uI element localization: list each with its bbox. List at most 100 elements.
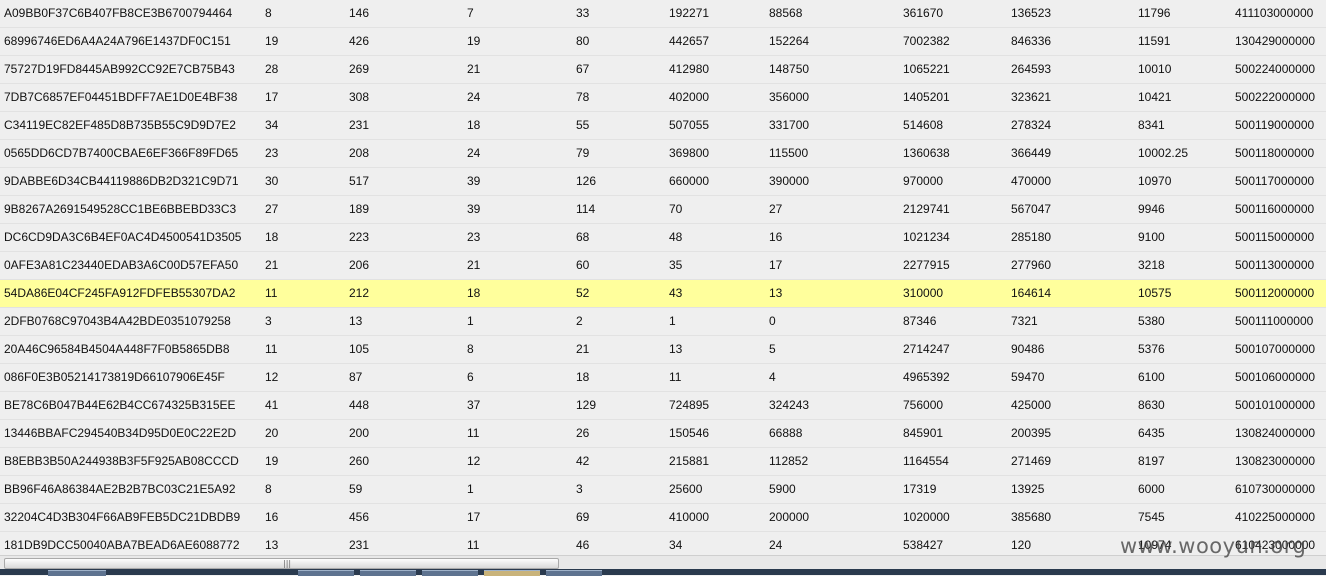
table-cell: 331700 bbox=[769, 118, 810, 132]
table-cell: 8630 bbox=[1138, 398, 1165, 412]
table-row[interactable]: 9DABBE6D34CB44119886DB2D321C9D71 30 517 39 1… bbox=[0, 168, 1326, 196]
taskbar-button[interactable] bbox=[422, 570, 478, 576]
table-cell: 10010 bbox=[1138, 62, 1172, 76]
table-cell: 845901 bbox=[903, 426, 944, 440]
taskbar-button[interactable] bbox=[546, 570, 602, 576]
table-cell: 136523 bbox=[1011, 6, 1052, 20]
table-cell: 34 bbox=[669, 538, 683, 552]
table-cell: 500113000000 bbox=[1235, 258, 1315, 272]
table-row[interactable]: 32204C4D3B304F66AB9FEB5DC21DBDB9 16 456 17 6… bbox=[0, 504, 1326, 532]
table-cell: 8 bbox=[265, 6, 272, 20]
table-cell: 16 bbox=[265, 510, 279, 524]
table-cell: 34 bbox=[265, 118, 279, 132]
table-row[interactable]: C34119EC82EF485D8B735B55C9D9D7E2 34 231 18 5… bbox=[0, 112, 1326, 140]
table-cell: 1 bbox=[669, 314, 676, 328]
table-cell: 126 bbox=[576, 174, 597, 188]
table-row[interactable]: 2DFB0768C97043B4A42BDE0351079258 3 13 1 2 1 0 8… bbox=[0, 308, 1326, 336]
table-row[interactable]: 68996746ED6A4A24A796E1437DF0C151 19 426 19 8… bbox=[0, 28, 1326, 56]
table-cell: 59470 bbox=[1011, 370, 1045, 384]
table-cell-id: 32204C4D3B304F66AB9FEB5DC21DBDB9 bbox=[4, 510, 241, 524]
table-row[interactable]: BB96F46A86384AE2B2B7BC03C21E5A92 8 59 1 3 256… bbox=[0, 476, 1326, 504]
table-row[interactable]: B8EBB3B50A244938B3F5F925AB08CCCD 19 260 12 4… bbox=[0, 448, 1326, 476]
table-cell: 105 bbox=[349, 342, 370, 356]
taskbar-button[interactable] bbox=[360, 570, 416, 576]
table-cell: 0 bbox=[769, 314, 776, 328]
table-cell: 152264 bbox=[769, 34, 810, 48]
taskbar bbox=[0, 569, 1326, 576]
table-cell-id: 20A46C96584B4504A448F7F0B5865DB8 bbox=[4, 342, 230, 356]
table-row[interactable]: BE78C6B047B44E62B4CC674325B315EE 41 448 37 1… bbox=[0, 392, 1326, 420]
taskbar-button-active[interactable] bbox=[484, 570, 540, 576]
table-cell: 11796 bbox=[1138, 6, 1171, 20]
scrollbar-thumb[interactable]: ||| bbox=[4, 558, 559, 569]
table-cell: 12 bbox=[467, 454, 481, 468]
table-cell: 35 bbox=[669, 258, 683, 272]
table-cell: 68 bbox=[576, 230, 590, 244]
table-cell: 2129741 bbox=[903, 202, 950, 216]
table-cell: 507055 bbox=[669, 118, 710, 132]
table-row[interactable]: 20A46C96584B4504A448F7F0B5865DB8 11 105 8 21… bbox=[0, 336, 1326, 364]
table-row[interactable]: 13446BBAFC294540B34D95D0E0C22E2D 20 200 11 2… bbox=[0, 420, 1326, 448]
table-cell: 567047 bbox=[1011, 202, 1052, 216]
taskbar-button[interactable] bbox=[48, 570, 106, 576]
table-cell: 12 bbox=[265, 370, 279, 384]
table-cell: 189 bbox=[349, 202, 370, 216]
table-cell-id: BB96F46A86384AE2B2B7BC03C21E5A92 bbox=[4, 482, 236, 496]
table-cell: 1405201 bbox=[903, 90, 950, 104]
table-cell: 1065221 bbox=[903, 62, 950, 76]
table-cell: 13 bbox=[349, 314, 363, 328]
table-cell: 11 bbox=[467, 538, 480, 552]
table-cell: 310000 bbox=[903, 286, 944, 300]
table-cell: 33 bbox=[576, 6, 590, 20]
table-row[interactable]: 9B8267A2691549528CC1BE6BBEBD33C3 27 189 39 1… bbox=[0, 196, 1326, 224]
table-cell: 80 bbox=[576, 34, 590, 48]
table-cell: 323621 bbox=[1011, 90, 1052, 104]
table-cell: 308 bbox=[349, 90, 370, 104]
table-cell: 456 bbox=[349, 510, 370, 524]
table-cell: 13925 bbox=[1011, 482, 1045, 496]
table-cell: 30 bbox=[265, 174, 279, 188]
table-cell: 369800 bbox=[669, 146, 710, 160]
table-row[interactable]: 0565DD6CD7B7400CBAE6EF366F89FD65 23 208 24 7… bbox=[0, 140, 1326, 168]
table-cell: 67 bbox=[576, 62, 590, 76]
table-cell: 231 bbox=[349, 538, 370, 552]
table-cell: 264593 bbox=[1011, 62, 1052, 76]
table-cell-id: 7DB7C6857EF04451BDFF7AE1D0E4BF38 bbox=[4, 90, 238, 104]
table-cell-id: A09BB0F37C6B407FB8CE3B6700794464 bbox=[4, 6, 233, 20]
table-cell-id: DC6CD9DA3C6B4EF0AC4D4500541D3505 bbox=[4, 230, 242, 244]
table-cell: 756000 bbox=[903, 398, 944, 412]
table-cell: 27 bbox=[769, 202, 783, 216]
table-cell: 3 bbox=[265, 314, 272, 328]
table-row[interactable]: 7DB7C6857EF04451BDFF7AE1D0E4BF38 17 308 24 7… bbox=[0, 84, 1326, 112]
table-row-selected[interactable]: 54DA86E04CF245FA912FDFEB55307DA2 11 212 18 5… bbox=[0, 280, 1326, 308]
table-cell: 66888 bbox=[769, 426, 803, 440]
table-cell: 87 bbox=[349, 370, 363, 384]
table-cell-id: 0AFE3A81C23440EDAB3A6C00D57EFA50 bbox=[4, 258, 239, 272]
table-cell: 10575 bbox=[1138, 286, 1172, 300]
table-cell: 390000 bbox=[769, 174, 810, 188]
table-cell: 500117000000 bbox=[1235, 174, 1315, 188]
table-cell: 17319 bbox=[903, 482, 937, 496]
table-cell: 24 bbox=[467, 146, 481, 160]
table-cell: 366449 bbox=[1011, 146, 1052, 160]
table-cell: 21 bbox=[265, 258, 279, 272]
taskbar-button[interactable] bbox=[298, 570, 354, 576]
table-cell: 88568 bbox=[769, 6, 803, 20]
table-cell: 18 bbox=[467, 118, 481, 132]
table-cell-id: 2DFB0768C97043B4A42BDE0351079258 bbox=[4, 314, 231, 328]
table-cell: 500107000000 bbox=[1235, 342, 1316, 356]
table-row[interactable]: 086F0E3B05214173819D66107906E45F 12 87 6 18 1… bbox=[0, 364, 1326, 392]
table-row[interactable]: DC6CD9DA3C6B4EF0AC4D4500541D3505 18 223 23 6… bbox=[0, 224, 1326, 252]
table-cell: 130824000000 bbox=[1235, 426, 1316, 440]
table-cell: 130823000000 bbox=[1235, 454, 1316, 468]
table-cell: 448 bbox=[349, 398, 370, 412]
table-cell: 18 bbox=[265, 230, 279, 244]
table-row[interactable]: 0AFE3A81C23440EDAB3A6C00D57EFA50 21 206 21 6… bbox=[0, 252, 1326, 280]
table-cell: 200395 bbox=[1011, 426, 1052, 440]
table-cell: 164614 bbox=[1011, 286, 1052, 300]
table-cell: 78 bbox=[576, 90, 590, 104]
table-row[interactable]: 75727D19FD8445AB992CC92E7CB75B43 28 269 21 6… bbox=[0, 56, 1326, 84]
table-cell: 43 bbox=[669, 286, 683, 300]
table-row[interactable]: A09BB0F37C6B407FB8CE3B6700794464 8 146 7 33 1… bbox=[0, 0, 1326, 28]
table-cell: 7545 bbox=[1138, 510, 1165, 524]
